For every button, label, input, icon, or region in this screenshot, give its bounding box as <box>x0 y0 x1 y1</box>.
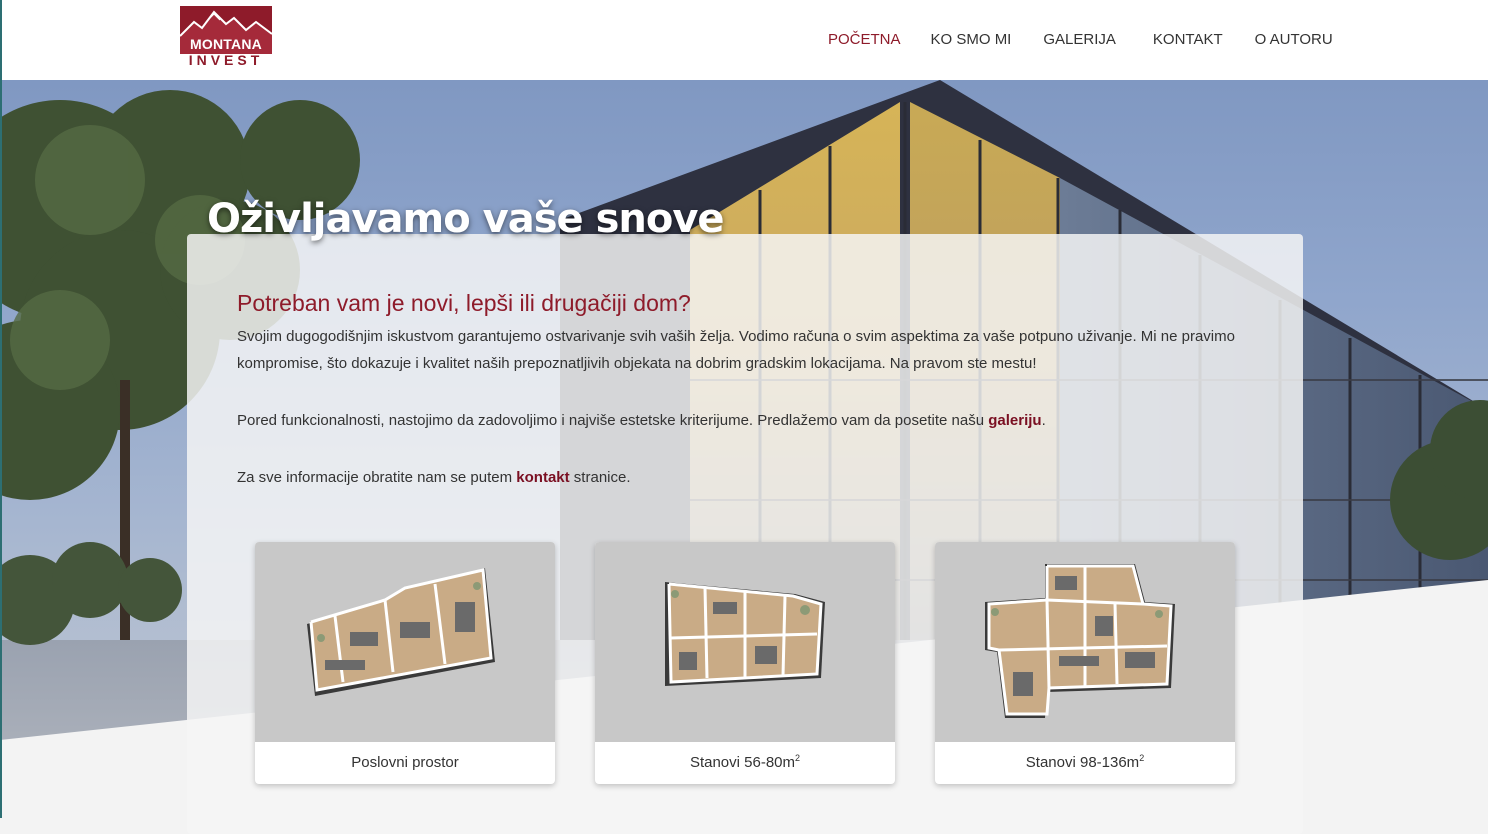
contact-paragraph: Za sve informacije obratite nam se putem… <box>237 464 1257 491</box>
logo-subtitle: INVEST <box>188 52 264 68</box>
apartment-small-floorplan-image <box>595 542 895 742</box>
main-nav: POČETNA KO SMO MI GALERIJA KONTAKT O AUT… <box>828 30 1333 50</box>
card-title-sup: 2 <box>1139 753 1145 763</box>
card-title: Stanovi 98-136m <box>1025 754 1140 771</box>
card-label: Poslovni prostor <box>255 742 555 784</box>
gallery-paragraph-text: Pored funkcionalnosti, nastojimo da zado… <box>237 412 989 429</box>
window-left-edge <box>0 0 2 818</box>
card-title: Stanovi 56-80m <box>689 754 796 771</box>
nav-item-kontakt[interactable]: KONTAKT <box>1153 30 1223 50</box>
card-stanovi-98-136[interactable]: Stanovi 98-136m2 <box>935 542 1235 784</box>
nav-item-pocetna[interactable]: POČETNA <box>828 30 901 50</box>
office-floorplan-image <box>255 542 555 742</box>
logo-badge: MONTANA <box>180 6 272 54</box>
site-header: MONTANA INVEST POČETNA KO SMO MI GALERIJ… <box>0 0 1488 80</box>
card-title: Poslovni prostor <box>351 754 459 771</box>
apartment-large-floorplan-image <box>935 542 1235 742</box>
card-title-sup: 2 <box>795 753 801 763</box>
contact-paragraph-end: stranice. <box>569 469 631 486</box>
gallery-paragraph: Pored funkcionalnosti, nastojimo da zado… <box>237 407 1257 434</box>
nav-item-galerija[interactable]: GALERIJA <box>1043 30 1116 50</box>
intro-paragraph: Svojim dugogodišnjim iskustvom garantuje… <box>237 328 1235 372</box>
nav-item-o-autoru[interactable]: O AUTORU <box>1255 30 1333 50</box>
card-poslovni-prostor[interactable]: Poslovni prostor <box>255 542 555 784</box>
gallery-link[interactable]: galeriju <box>988 412 1041 429</box>
contact-paragraph-text: Za sve informacije obratite nam se putem <box>237 469 517 486</box>
nav-item-ko-smo-mi[interactable]: KO SMO MI <box>931 30 1012 50</box>
card-label: Stanovi 98-136m2 <box>935 742 1235 784</box>
card-stanovi-56-80[interactable]: Stanovi 56-80m2 <box>595 542 895 784</box>
logo-wordmark: MONTANA <box>190 36 262 52</box>
contact-link[interactable]: kontakt <box>516 469 569 486</box>
site-logo[interactable]: MONTANA INVEST <box>180 6 272 68</box>
section-heading: Potreban vam je novi, lepši ili drugačij… <box>237 290 691 316</box>
content-panel: Potreban vam je novi, lepši ili drugačij… <box>187 234 1303 834</box>
hero-title: Oživljavamo vaše snove <box>207 195 725 242</box>
gallery-paragraph-end: . <box>1041 412 1046 429</box>
card-label: Stanovi 56-80m2 <box>595 742 895 784</box>
